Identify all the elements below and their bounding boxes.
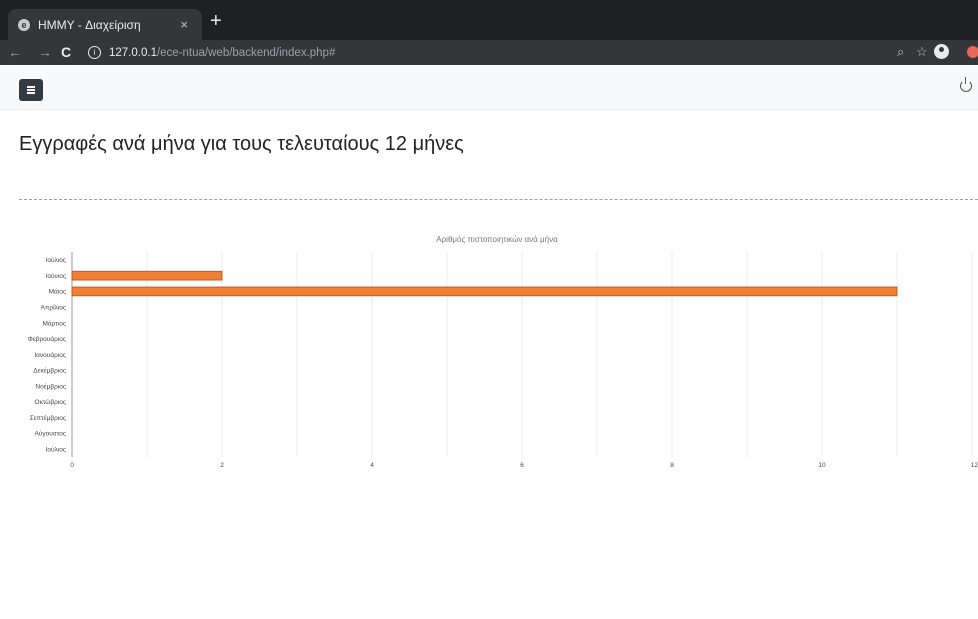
section-divider bbox=[19, 199, 978, 200]
url-text: 127.0.0.1/ece-ntua/web/backend/index.php… bbox=[109, 47, 335, 59]
url-path: /ece-ntua/web/backend/index.php# bbox=[156, 46, 336, 59]
browser-tab[interactable]: e HMMY - Διαχείριση × bbox=[8, 9, 202, 40]
y-tick-label: Οκτώβριος bbox=[35, 398, 66, 406]
menu-toggle-button[interactable] bbox=[19, 79, 43, 101]
y-tick-label: Αύγουστος bbox=[34, 430, 66, 438]
menu-line-icon bbox=[27, 92, 35, 94]
bookmark-star-icon[interactable]: ☆ bbox=[916, 44, 928, 60]
url-host: 127.0.0.1 bbox=[109, 46, 157, 59]
menu-line-icon bbox=[27, 86, 35, 88]
monthly-certificates-chart: Ιούλιος Ιούνιος Μάιος Απρίλιος Μάρτιος Φεβρου… bbox=[28, 235, 978, 469]
zoom-icon[interactable]: ⌕ bbox=[897, 44, 904, 60]
reload-button[interactable]: C bbox=[61, 43, 71, 61]
x-tick-label: 12 bbox=[971, 462, 978, 469]
site-favicon-icon: e bbox=[18, 18, 30, 31]
browser-tab-strip: e HMMY - Διαχείριση × + bbox=[0, 0, 978, 40]
x-tick-label: 4 bbox=[370, 462, 374, 469]
tab-close-icon[interactable]: × bbox=[180, 17, 188, 32]
x-tick-label: 2 bbox=[220, 462, 224, 469]
bar bbox=[71, 270, 223, 281]
back-button[interactable]: ← bbox=[8, 43, 22, 61]
y-tick-label: Μάιος bbox=[49, 288, 66, 296]
y-tick-label: Ιούνιος bbox=[46, 272, 66, 280]
y-tick-label: Ιούλιος bbox=[46, 256, 66, 264]
y-tick-label: Ιούλιος bbox=[46, 445, 66, 453]
power-logout-icon[interactable] bbox=[960, 77, 972, 92]
bar bbox=[71, 286, 898, 297]
y-tick-label: Δεκέμβριος bbox=[33, 367, 66, 375]
x-tick-label: 10 bbox=[818, 462, 826, 469]
y-tick-label: Φεβρουάριος bbox=[28, 335, 66, 343]
chart-grid bbox=[71, 252, 973, 457]
new-tab-button[interactable]: + bbox=[210, 11, 222, 31]
menu-line-icon bbox=[27, 89, 35, 91]
y-tick-label: Απρίλιος bbox=[41, 303, 66, 311]
app-navbar bbox=[0, 65, 978, 110]
site-info-icon[interactable]: i bbox=[88, 46, 101, 59]
y-tick-label: Ιανουάριος bbox=[34, 351, 66, 359]
x-tick-label: 6 bbox=[520, 462, 524, 469]
profile-avatar-icon[interactable] bbox=[934, 44, 949, 59]
y-tick-label: Σεπτέμβριος bbox=[30, 414, 66, 422]
y-tick-label: Μάρτιος bbox=[42, 319, 66, 327]
forward-button[interactable]: → bbox=[38, 43, 52, 61]
chart-bars bbox=[71, 270, 898, 297]
extension-icon[interactable] bbox=[967, 46, 978, 58]
page-title: Εγγραφές ανά μήνα για τους τελευταίους 1… bbox=[19, 133, 464, 155]
tab-title: HMMY - Διαχείριση bbox=[38, 17, 141, 32]
x-tick-label: 8 bbox=[670, 462, 674, 469]
x-tick-label: 0 bbox=[70, 462, 74, 469]
browser-toolbar: ← → C i 127.0.0.1/ece-ntua/web/backend/i… bbox=[0, 40, 978, 65]
chart-title: Αριθμός πιστοποιητικών ανά μήνα bbox=[436, 235, 558, 244]
address-bar[interactable]: i 127.0.0.1/ece-ntua/web/backend/index.p… bbox=[84, 42, 884, 63]
y-tick-label: Νοέμβριος bbox=[35, 382, 66, 390]
